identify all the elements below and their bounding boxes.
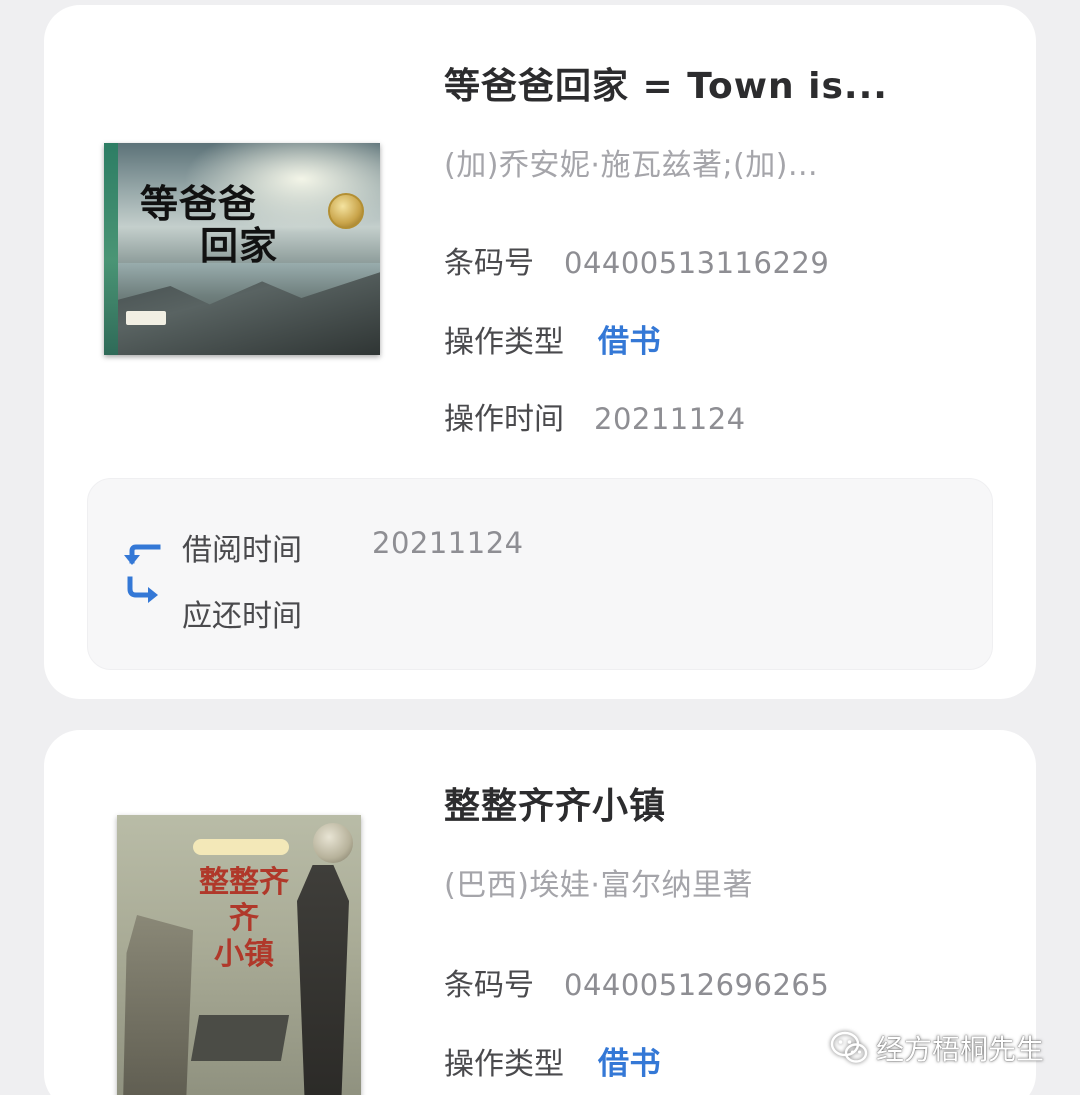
op-time-value: 20211124 xyxy=(594,402,746,436)
book-cover: 整整齐齐 小镇 xyxy=(117,815,361,1095)
op-time-row: 操作时间 20211124 xyxy=(444,394,746,438)
award-medal-icon xyxy=(313,823,353,863)
op-type-label: 操作类型 xyxy=(444,325,564,360)
op-type-row: 操作类型 借书 xyxy=(444,316,661,361)
barcode-label: 条码号 xyxy=(444,246,534,281)
op-type-label: 操作类型 xyxy=(444,1047,564,1082)
barcode-row: 条码号 04400512696265 xyxy=(444,960,829,1004)
barcode-value: 04400512696265 xyxy=(564,968,830,1002)
book-title[interactable]: 等爸爸回家 = Town is... xyxy=(444,57,888,109)
due-time-label: 应还时间 xyxy=(182,599,302,634)
swap-arrows-icon xyxy=(124,544,161,603)
op-type-row: 操作类型 借书 xyxy=(444,1038,661,1083)
borrow-time-label: 借阅时间 xyxy=(182,533,302,568)
barcode-value: 04400513116229 xyxy=(564,246,830,280)
book-author: (巴西)埃娃·富尔纳里著 xyxy=(444,868,753,903)
barcode-row: 条码号 04400513116229 xyxy=(444,238,829,282)
barcode-label: 条码号 xyxy=(444,968,534,1003)
award-medal-icon xyxy=(328,193,364,229)
cover-title: 整整齐齐 小镇 xyxy=(199,865,289,972)
watermark: 经方梧桐先生 xyxy=(830,1028,1044,1068)
book-cover: 等爸爸 回家 xyxy=(104,143,380,355)
book-title[interactable]: 整整齐齐小镇 xyxy=(444,777,666,829)
op-type-value: 借书 xyxy=(598,1046,661,1082)
book-author: (加)乔安妮·施瓦兹著;(加)... xyxy=(444,148,819,183)
wechat-icon xyxy=(830,1031,868,1063)
op-type-value: 借书 xyxy=(598,324,661,360)
borrow-time-value: 20211124 xyxy=(372,526,524,560)
record-card[interactable]: 等爸爸 回家 等爸爸回家 = Town is... (加)乔安妮·施瓦兹著;(加… xyxy=(44,5,1036,699)
cover-title: 等爸爸 回家 xyxy=(140,181,279,268)
watermark-text: 经方梧桐先生 xyxy=(875,1033,1044,1066)
page: 等爸爸 回家 等爸爸回家 = Town is... (加)乔安妮·施瓦兹著;(加… xyxy=(0,0,1080,1095)
loan-period-box: 借阅时间 20211124 应还时间 xyxy=(87,478,993,670)
op-time-label: 操作时间 xyxy=(444,402,564,437)
